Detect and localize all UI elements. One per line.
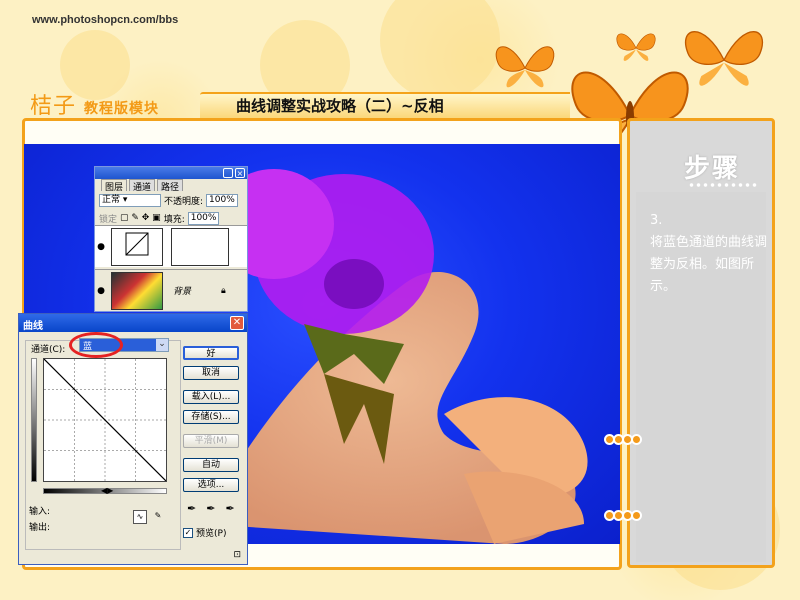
curves-dialog-titlebar[interactable]: 曲线 ✕ — [19, 314, 247, 332]
bg-flower-shape — [380, 0, 500, 100]
layers-tabs: 图层 通道 路径 — [95, 179, 247, 193]
blend-row: 正常 ▾ 不透明度: 100% — [95, 191, 247, 209]
pencil-icon[interactable]: ✎ — [151, 510, 165, 524]
layer-background[interactable]: ● 背景 🔒︎ — [95, 269, 247, 311]
binder-ring-icon — [604, 430, 650, 445]
fill-input[interactable]: 100% — [187, 211, 220, 225]
fill-label: 填充: — [163, 214, 185, 225]
opacity-label: 不透明度: — [164, 196, 204, 207]
preview-label: 预览(P) — [196, 529, 227, 539]
preview-checkbox-row[interactable]: ✓ 预览(P) — [183, 526, 226, 539]
curves-dialog[interactable]: 曲线 ✕ 通道(C): 蓝 ⌄ ◀▶ 输入: 输出: ∿ ✎ 好 取消 载入(L… — [18, 313, 248, 565]
step-description: 3. 将蓝色通道的曲线调整为反相。如图所示。 — [650, 213, 768, 294]
chevron-down-icon[interactable]: ⌄ — [156, 339, 168, 351]
load-button[interactable]: 载入(L)... — [183, 390, 239, 404]
curve-point-icon[interactable]: ∿ — [133, 510, 147, 524]
black-eyedropper-icon[interactable]: ✒ — [187, 502, 196, 515]
curve-graph[interactable] — [43, 358, 167, 482]
opacity-input[interactable]: 100% — [206, 193, 238, 207]
inverted-curve-line — [43, 358, 167, 482]
save-button[interactable]: 存储(S)... — [183, 410, 239, 424]
butterfly-icon — [495, 46, 555, 88]
tab-channels[interactable]: 通道 — [129, 179, 156, 193]
brand-module: 教程版模块 — [84, 101, 160, 117]
step-dots-divider — [688, 182, 758, 188]
background-layer-name: 背景 — [173, 287, 192, 297]
page-title: 曲线调整实战攻略（二）~反相 — [236, 97, 444, 115]
close-icon[interactable]: × — [235, 168, 245, 178]
curves-grid-icon — [125, 232, 149, 255]
lock-label: 锁定 — [99, 214, 118, 225]
lock-icon: 🔒︎ — [221, 285, 226, 296]
curves-layer-thumbnail — [111, 227, 163, 266]
brand-name: 桔子 — [30, 94, 77, 119]
cancel-button[interactable]: 取消 — [183, 366, 239, 380]
site-url[interactable]: www.photoshopcn.com/bbs — [32, 14, 178, 26]
highlight-ring — [69, 332, 123, 358]
step-title: 步骤 — [684, 154, 741, 184]
curve-graph-svg — [43, 358, 167, 482]
blend-mode-value: 正常 — [102, 194, 121, 205]
tab-layers[interactable]: 图层 — [101, 179, 128, 193]
smooth-button[interactable]: 平滑(M) — [183, 434, 239, 448]
output-label: 输出: — [29, 523, 51, 533]
input-label: 输入: — [29, 507, 51, 517]
layers-palette-titlebar[interactable]: _ × — [95, 167, 247, 179]
minimize-icon[interactable]: _ — [223, 168, 233, 178]
close-icon[interactable]: ✕ — [230, 316, 244, 330]
curve-tools: ∿ ✎ — [133, 510, 165, 524]
gray-eyedropper-icon[interactable]: ✒ — [206, 502, 215, 515]
eyedropper-tools: ✒ ✒ ✒ — [187, 502, 235, 515]
ok-button[interactable]: 好 — [183, 346, 239, 360]
curves-dialog-title: 曲线 — [23, 321, 43, 332]
preview-checkbox[interactable]: ✓ — [183, 527, 193, 538]
layer-curves-adjustment[interactable]: ● — [95, 225, 247, 267]
resize-grip-icon[interactable]: ⊡ — [233, 550, 241, 560]
background-layer-thumbnail — [111, 271, 163, 310]
auto-button[interactable]: 自动 — [183, 458, 239, 472]
eye-icon[interactable]: ● — [95, 286, 107, 296]
tab-paths[interactable]: 路径 — [157, 179, 184, 193]
brand-logo: 桔子 教程版模块 — [30, 88, 159, 120]
channel-label: 通道(C): — [31, 345, 66, 355]
options-button[interactable]: 选项... — [183, 478, 239, 492]
binder-ring-icon — [604, 506, 650, 521]
layer-mask-thumbnail[interactable] — [171, 227, 229, 266]
white-eyedropper-icon[interactable]: ✒ — [225, 502, 234, 515]
gradient-toggle-icon[interactable]: ◀▶ — [101, 486, 113, 495]
output-gradient-bar — [31, 358, 37, 482]
layers-palette[interactable]: _ × 图层 通道 路径 正常 ▾ 不透明度: 100% 锁定 ▢ ✎ ✥ ▣ … — [94, 166, 248, 312]
eye-icon[interactable]: ● — [95, 242, 107, 252]
blend-mode-select[interactable]: 正常 ▾ — [99, 193, 161, 207]
lock-icons[interactable]: ▢ ✎ ✥ ▣ — [120, 213, 161, 223]
